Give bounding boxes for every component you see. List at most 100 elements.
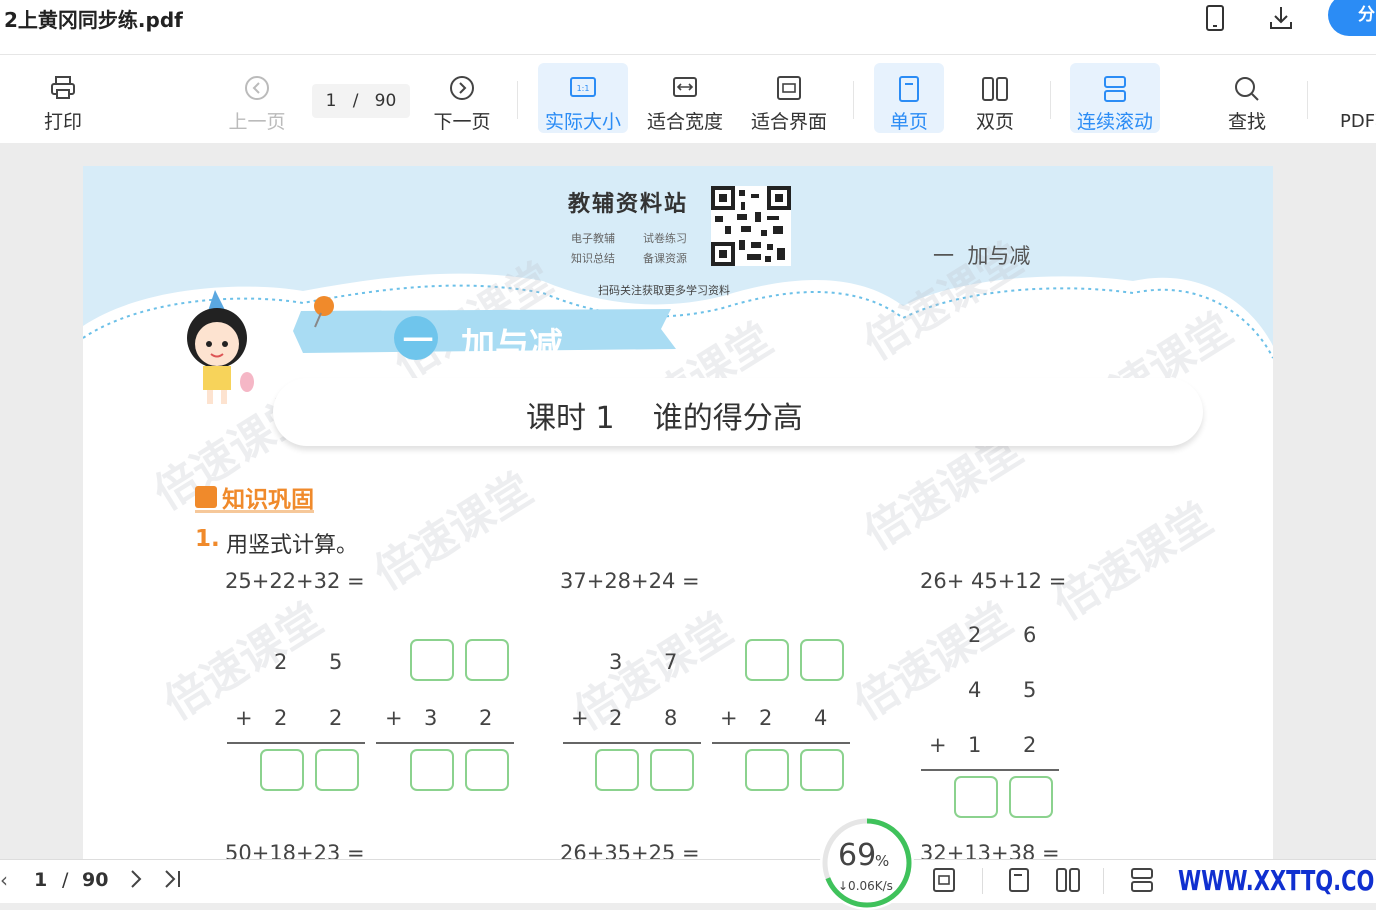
- answer-box[interactable]: [745, 749, 789, 791]
- problem-expression: 25+22+32 =: [225, 569, 365, 593]
- download-icon[interactable]: [1267, 4, 1295, 36]
- download-speed: ↓0.06K/s: [838, 879, 893, 893]
- answer-box[interactable]: [1009, 776, 1053, 818]
- single-page-icon: [899, 76, 919, 102]
- document-viewer[interactable]: 倍速课堂 倍速课堂 倍速课堂 倍速课堂 倍速课堂 倍速课堂 倍速课堂 倍速课堂 …: [0, 143, 1376, 859]
- first-page-icon[interactable]: ‹: [0, 868, 8, 892]
- single-page-icon[interactable]: [1008, 867, 1030, 897]
- brand-title: 教辅资料站: [568, 192, 689, 217]
- digit: +: [235, 706, 253, 730]
- answer-box[interactable]: [800, 749, 844, 791]
- page-current: 1: [325, 91, 337, 111]
- digit: 2: [329, 706, 343, 730]
- print-button[interactable]: 打印: [30, 63, 96, 133]
- digit: 6: [1023, 623, 1037, 647]
- fit-page-button[interactable]: 适合界面: [749, 63, 829, 133]
- watermark: 倍速课堂: [1045, 493, 1222, 631]
- progress-percent: 69: [838, 838, 877, 873]
- answer-box[interactable]: [595, 749, 639, 791]
- digit: 5: [329, 650, 343, 674]
- divider: [853, 81, 854, 119]
- last-page-icon[interactable]: [162, 868, 184, 894]
- svg-text:1:1: 1:1: [577, 84, 590, 93]
- digit: 5: [1023, 678, 1037, 702]
- question-number: 1.: [195, 526, 220, 552]
- sum-line: [712, 742, 850, 744]
- document-title: 2上黄冈同步练.pdf: [4, 8, 183, 32]
- unit-banner-title: 加与减: [461, 326, 563, 366]
- toolbar: 打印 上一页 1 / 90 下一页 1:1 实际大小 适合宽度 适合界面 单页 …: [0, 55, 1376, 143]
- watermark: 倍速课堂: [365, 463, 542, 601]
- answer-box[interactable]: [410, 749, 454, 791]
- fit-page-icon[interactable]: [932, 867, 956, 897]
- sum-line: [227, 742, 365, 744]
- answer-box[interactable]: [800, 639, 844, 681]
- digit: 4: [968, 678, 982, 702]
- brand-item: 试卷练习: [643, 232, 687, 245]
- find-button[interactable]: 查找: [1212, 63, 1282, 133]
- digit: 7: [664, 650, 678, 674]
- digit: 2: [1023, 733, 1037, 757]
- question-text: 用竖式计算。: [226, 533, 359, 558]
- fit-width-button[interactable]: 适合宽度: [645, 63, 725, 133]
- next-page-icon[interactable]: [128, 868, 144, 894]
- site-watermark: WWW.XXTTQ.COM: [1178, 864, 1376, 897]
- print-label: 打印: [43, 111, 82, 133]
- pdf-convert-button[interactable]: PDF转: [1330, 63, 1376, 133]
- single-page-button[interactable]: 单页: [874, 63, 944, 133]
- divider: [982, 868, 983, 894]
- answer-box[interactable]: [650, 749, 694, 791]
- digit: 3: [609, 650, 623, 674]
- continuous-scroll-icon[interactable]: [1130, 867, 1154, 897]
- section-header: 一 加与减: [933, 244, 1031, 268]
- fit-page-icon: [777, 76, 801, 100]
- digit: 3: [424, 706, 438, 730]
- fit-width-icon: [673, 77, 697, 97]
- section-tag-label: 知识巩固: [222, 487, 315, 513]
- status-bar: ‹ 1 / 90 69 % ↓0.06K/s WWW.XXTTQ.COM: [0, 816, 1376, 910]
- divider: [1103, 868, 1104, 894]
- fit-width-label: 适合宽度: [646, 111, 723, 133]
- answer-box[interactable]: [465, 639, 509, 681]
- two-page-icon[interactable]: [1055, 867, 1081, 897]
- chevron-right-circle-icon: [450, 76, 474, 100]
- digit: +: [571, 706, 589, 730]
- continuous-scroll-button[interactable]: 连续滚动: [1070, 63, 1160, 133]
- answer-box[interactable]: [465, 749, 509, 791]
- answer-box[interactable]: [745, 639, 789, 681]
- divider: [517, 81, 518, 119]
- actual-size-button[interactable]: 1:1 实际大小: [538, 63, 628, 133]
- digit: 2: [274, 650, 288, 674]
- sum-line: [921, 769, 1059, 771]
- problem-expression: 26+ 45+12 =: [920, 569, 1067, 593]
- mobile-icon[interactable]: [1203, 4, 1227, 36]
- answer-box[interactable]: [410, 639, 454, 681]
- digit: +: [720, 706, 738, 730]
- status-page-sep: /: [62, 869, 69, 891]
- search-icon: [1235, 77, 1259, 101]
- next-page-button[interactable]: 下一页: [429, 63, 495, 133]
- sum-line: [563, 742, 701, 744]
- two-page-button[interactable]: 双页: [960, 63, 1030, 133]
- status-page-current[interactable]: 1: [34, 869, 47, 891]
- answer-box[interactable]: [315, 749, 359, 791]
- chevron-left-circle-icon: [245, 76, 269, 100]
- two-page-icon: [982, 77, 1008, 101]
- prev-page-button[interactable]: 上一页: [224, 63, 290, 133]
- next-page-label: 下一页: [433, 111, 491, 133]
- answer-box[interactable]: [260, 749, 304, 791]
- pdf-page: 倍速课堂 倍速课堂 倍速课堂 倍速课堂 倍速课堂 倍速课堂 倍速课堂 倍速课堂 …: [83, 166, 1273, 859]
- page-number-input[interactable]: 1 / 90: [312, 84, 410, 118]
- digit: 2: [759, 706, 773, 730]
- two-page-label: 双页: [975, 111, 1014, 133]
- progress-unit: %: [875, 852, 890, 870]
- answer-box[interactable]: [954, 776, 998, 818]
- unit-number: 一: [403, 324, 433, 359]
- brand-item: 知识总结: [571, 252, 615, 265]
- share-label: 分: [1358, 5, 1375, 25]
- brand-item: 电子教辅: [571, 232, 615, 245]
- share-button[interactable]: 分: [1328, 0, 1376, 36]
- problem-expression: 50+18+23 =: [225, 841, 365, 859]
- status-page-total: 90: [82, 869, 109, 891]
- tag-icon: [195, 486, 217, 508]
